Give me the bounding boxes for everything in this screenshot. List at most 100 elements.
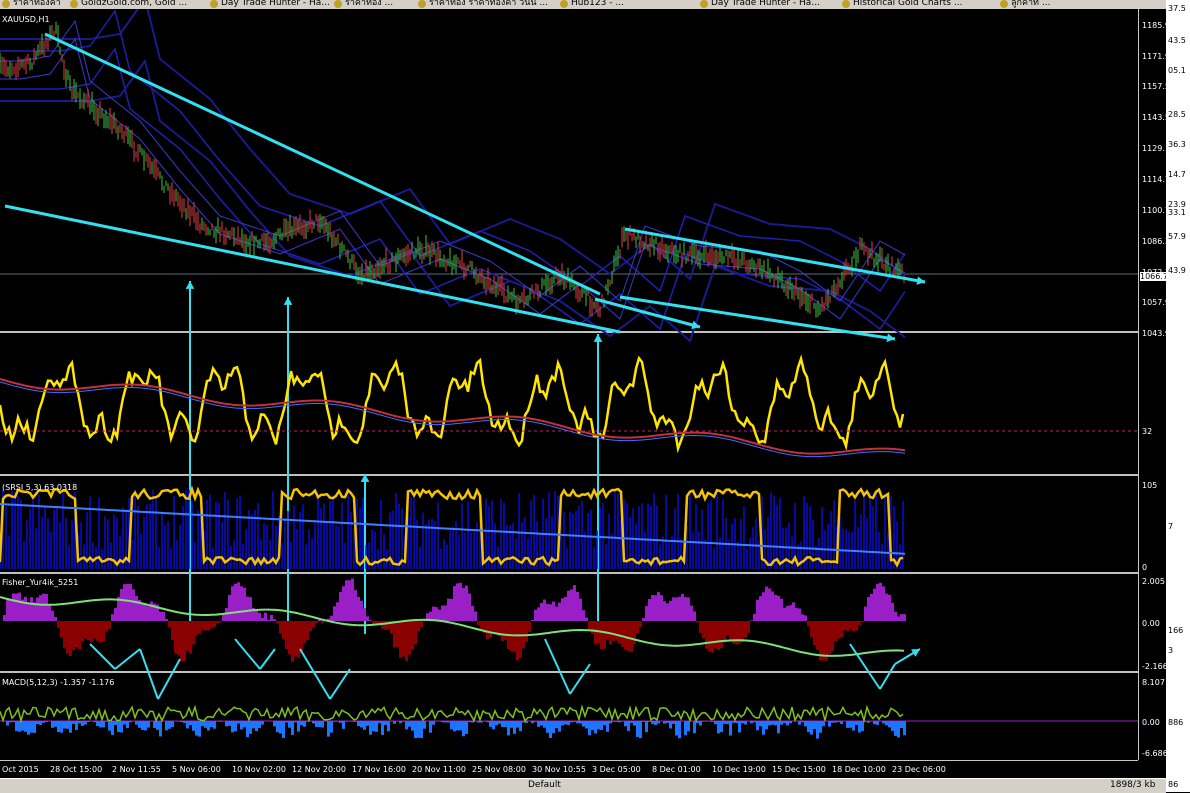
macd-bar bbox=[153, 721, 156, 728]
side-value: 7 bbox=[1168, 522, 1173, 531]
macd-bar bbox=[822, 721, 825, 726]
macd-bar bbox=[99, 721, 102, 727]
macd-bar bbox=[195, 721, 198, 736]
trendline-upper bbox=[45, 34, 600, 294]
bookmark-label: ราคาทอง ... bbox=[345, 0, 393, 8]
fisher-bar bbox=[630, 621, 633, 652]
macd-bar bbox=[93, 721, 96, 722]
bookmark-1[interactable]: GoldzGold.com, Gold ... bbox=[70, 0, 187, 8]
macd-bar bbox=[147, 721, 150, 728]
time-label: 17 Nov 16:00 bbox=[352, 765, 406, 774]
macd-bar bbox=[213, 721, 216, 729]
bookmark-label: Day Trade Hunter - Ha... bbox=[221, 0, 330, 8]
fisher-bar bbox=[366, 616, 369, 621]
fisher-bar bbox=[309, 621, 312, 631]
fisher-bar bbox=[255, 610, 258, 621]
macd-bar bbox=[459, 721, 462, 730]
chart-area[interactable]: XAUUSD,H1 (SRSI 5,3) 63.0318 Fisher_Yur4… bbox=[0, 9, 1138, 760]
fisher-bar bbox=[129, 584, 132, 621]
macd-bar bbox=[75, 721, 78, 730]
macd-bar bbox=[783, 721, 786, 723]
fisher-bar bbox=[168, 621, 171, 628]
side-value: 36.3 bbox=[1168, 140, 1186, 149]
zigzag-line bbox=[260, 649, 275, 669]
macd-bar bbox=[285, 721, 288, 723]
fisher-bar bbox=[102, 621, 105, 642]
fisher-bar bbox=[87, 621, 90, 640]
macd-bar bbox=[582, 721, 585, 727]
macd-bar bbox=[135, 721, 138, 725]
fisher-bar bbox=[783, 608, 786, 621]
bookmark-8[interactable]: ลูกค้าที่ ... bbox=[1000, 0, 1050, 8]
fisher-bar bbox=[900, 614, 903, 621]
macd-bar bbox=[549, 721, 552, 738]
fisher-bar bbox=[417, 621, 420, 631]
fisher-bar bbox=[249, 597, 252, 621]
macd-bar bbox=[129, 721, 132, 722]
fisher-bar bbox=[495, 621, 498, 634]
fisher-bar bbox=[813, 621, 816, 645]
fisher-bar bbox=[159, 612, 162, 621]
macd-bar bbox=[186, 721, 189, 728]
macd-bar bbox=[900, 721, 903, 728]
macd-title: MACD(5,12,3) -1.357 -1.176 bbox=[2, 678, 114, 687]
fisher-bar bbox=[846, 621, 849, 631]
bookmark-5[interactable]: Hub123 - ... bbox=[560, 0, 624, 8]
fisher-bar bbox=[561, 598, 564, 621]
macd-bar bbox=[117, 721, 120, 732]
rsi-line bbox=[0, 358, 903, 448]
time-label: 3 Dec 05:00 bbox=[592, 765, 641, 774]
bookmark-6[interactable]: Day Trade Hunter - Ha... bbox=[700, 0, 820, 8]
macd-bar bbox=[612, 721, 615, 722]
bookmark-7[interactable]: Historical Gold Charts ... bbox=[842, 0, 962, 8]
bookmark-4[interactable]: ราคาทอง ราคาทองคำ วันนี้ ... bbox=[418, 0, 548, 8]
fisher-bar bbox=[888, 595, 891, 621]
macd-bar bbox=[657, 721, 660, 723]
macd-bar bbox=[897, 721, 900, 737]
arrowhead-icon bbox=[594, 334, 603, 342]
macd-bar bbox=[543, 721, 546, 728]
macd-bar bbox=[768, 721, 771, 725]
macd-bar bbox=[444, 721, 447, 722]
macd-bar bbox=[78, 721, 81, 723]
macd-bar bbox=[855, 721, 858, 725]
macd-bar bbox=[723, 721, 726, 724]
bookmark-label: ลูกค้าที่ ... bbox=[1011, 0, 1050, 8]
fisher-bar bbox=[537, 607, 540, 621]
fisher-bar bbox=[432, 607, 435, 621]
macd-bar bbox=[168, 721, 171, 729]
macd-bar bbox=[903, 721, 906, 735]
srsi-panel-separator bbox=[0, 572, 1138, 574]
macd-bar bbox=[666, 721, 669, 723]
fisher-bar bbox=[489, 621, 492, 638]
macd-bar bbox=[894, 721, 897, 736]
macd-bar bbox=[693, 721, 696, 733]
fisher-bar bbox=[777, 596, 780, 621]
macd-bar bbox=[120, 721, 123, 733]
side-value: 86 bbox=[1168, 780, 1178, 789]
chart-canvas[interactable] bbox=[0, 9, 1138, 760]
fisher-bar bbox=[669, 601, 672, 621]
fisher-bar bbox=[747, 621, 750, 633]
macd-bar bbox=[624, 721, 627, 726]
fisher-bar bbox=[534, 610, 537, 621]
bookmark-0[interactable]: ราคาทองคำ bbox=[2, 0, 61, 8]
fisher-bar bbox=[435, 607, 438, 621]
macd-bar bbox=[891, 721, 894, 731]
macd-bar bbox=[405, 721, 408, 729]
fisher-bar bbox=[282, 621, 285, 639]
fisher-bar bbox=[135, 596, 138, 621]
fisher-bar bbox=[69, 621, 72, 656]
time-label: 25 Nov 08:00 bbox=[472, 765, 526, 774]
macd-bar bbox=[450, 721, 453, 729]
macd-bar bbox=[861, 721, 864, 731]
bookmark-2[interactable]: Day Trade Hunter - Ha... bbox=[210, 0, 330, 8]
bookmark-3[interactable]: ราคาทอง ... bbox=[334, 0, 393, 8]
macd-bar bbox=[462, 721, 465, 736]
fisher-bar bbox=[549, 604, 552, 621]
fisher-bar bbox=[120, 589, 123, 621]
fisher-bar bbox=[54, 617, 57, 621]
fisher-bar bbox=[837, 621, 840, 639]
envelope-band bbox=[0, 21, 905, 301]
fisher-bar bbox=[162, 612, 165, 621]
